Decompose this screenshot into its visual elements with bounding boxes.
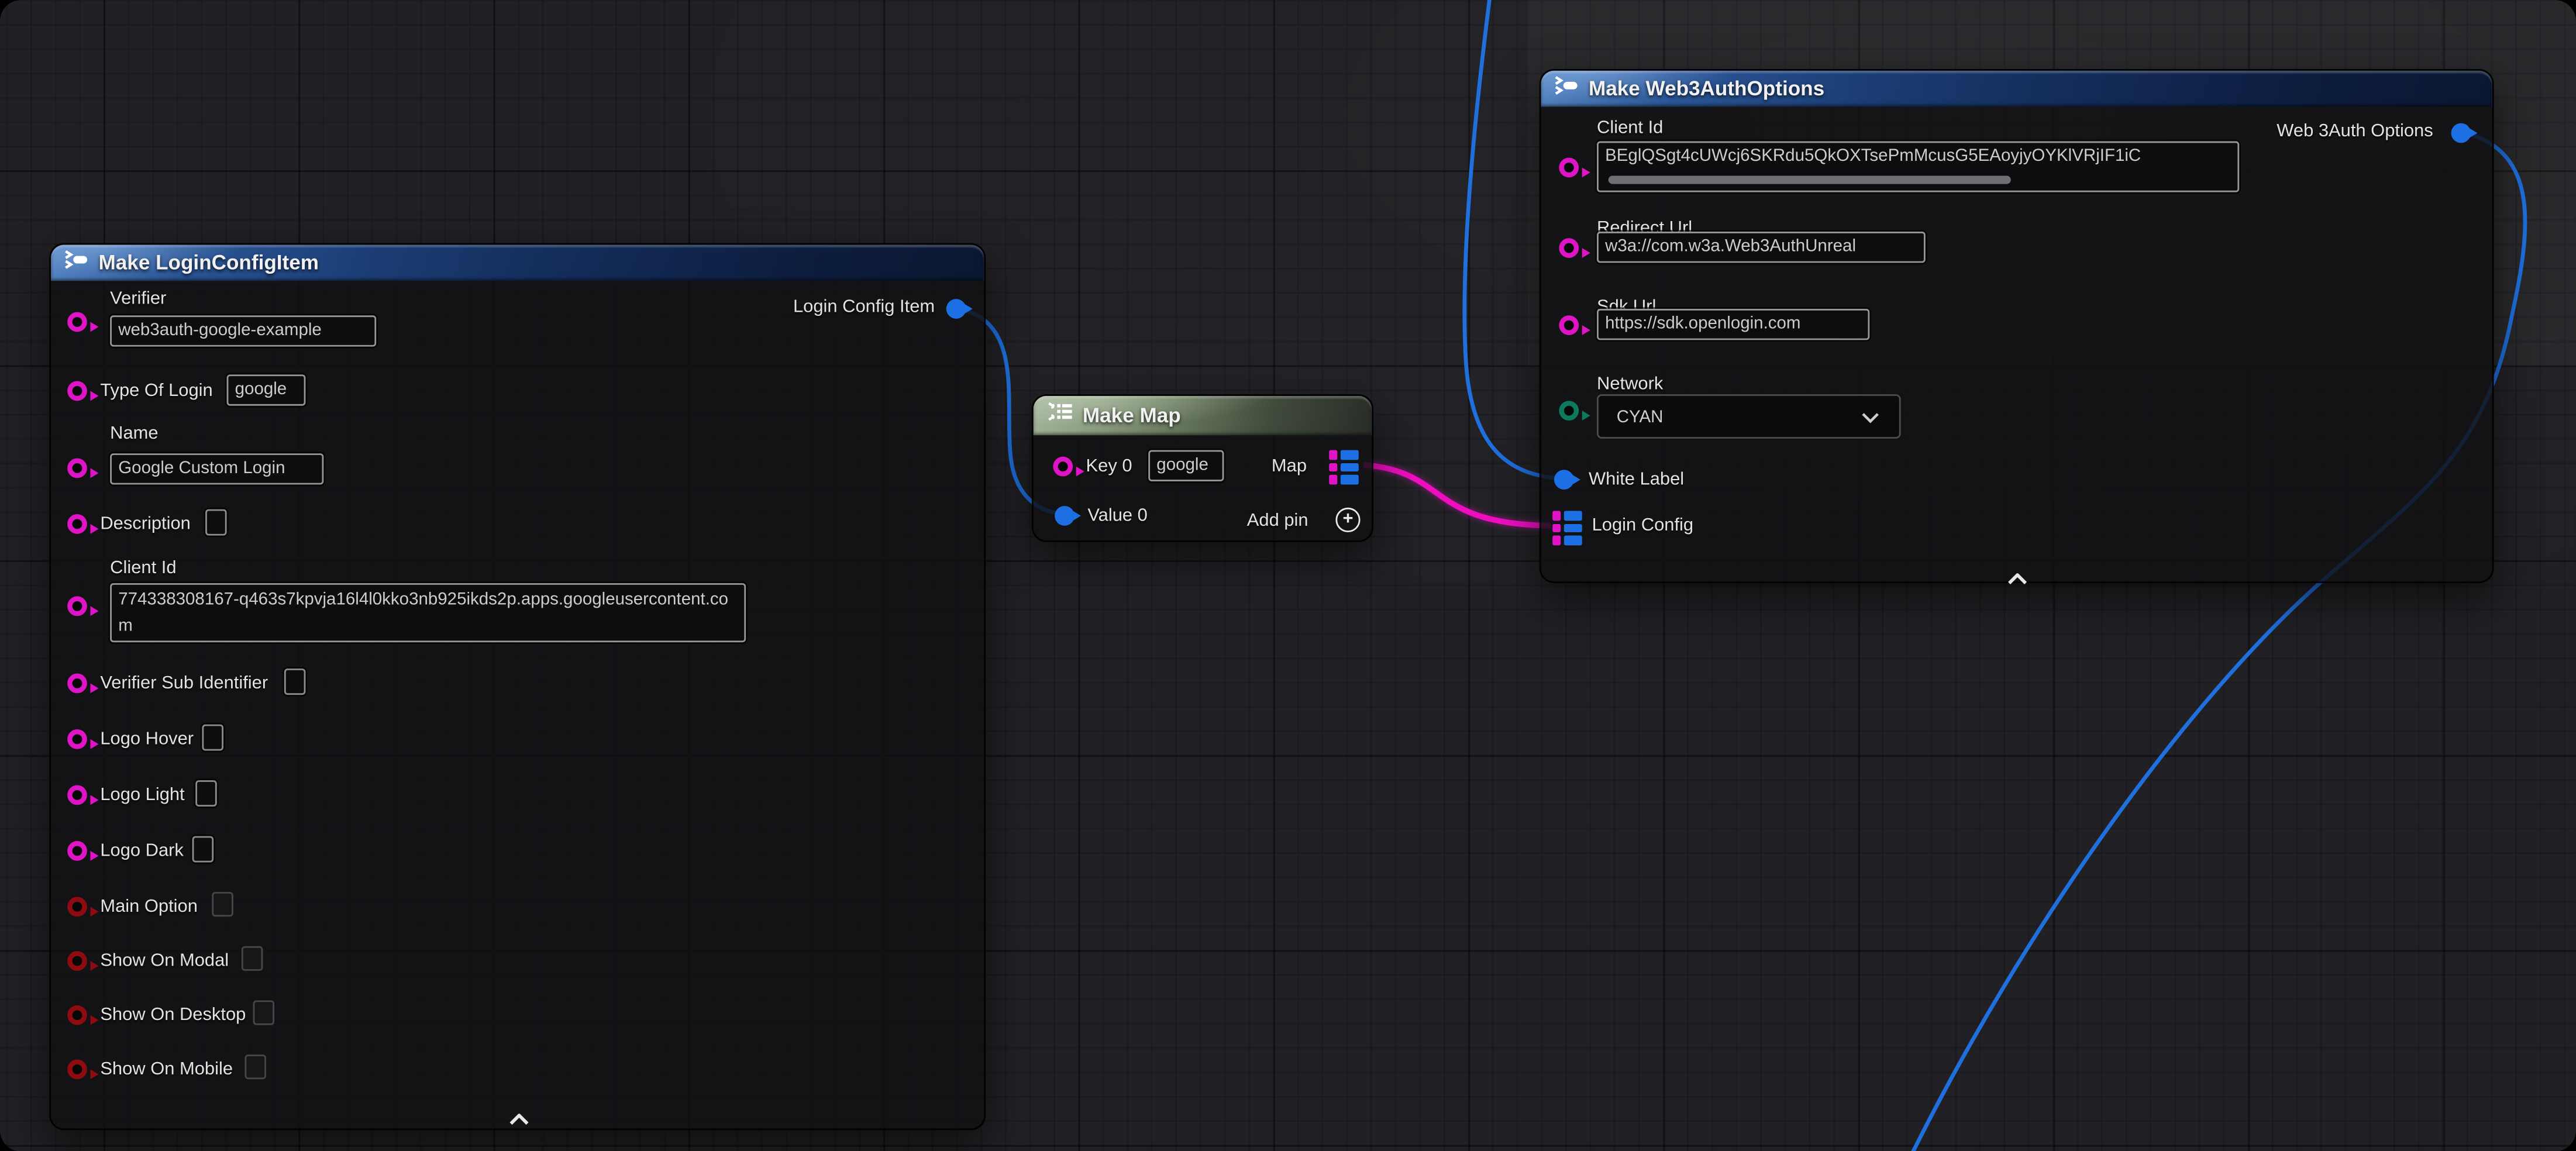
pin-label-description: Description [100, 514, 191, 536]
add-pin-label: Add pin [1247, 511, 1308, 532]
pin-label-logo-hover: Logo Hover [100, 729, 194, 751]
wire-map-to-loginconfig[interactable] [1363, 465, 1551, 526]
node-title: Make Web3AuthOptions [1589, 77, 1824, 100]
client-id-input[interactable]: BEglQSgt4cUWcj6SKRdu5QkOXTsePmMcusG5EAoy… [1597, 142, 2239, 192]
network-selected-value: CYAN [1617, 406, 1664, 426]
pin-verifier[interactable] [67, 312, 87, 332]
pin-login-config-item-output[interactable] [946, 299, 966, 319]
main-option-checkbox[interactable] [212, 892, 233, 916]
pin-show-on-desktop[interactable] [67, 1005, 87, 1025]
pin-description[interactable] [67, 514, 87, 534]
pin-label-verifier: Verifier [110, 289, 166, 311]
key-0-input[interactable]: google [1148, 450, 1224, 481]
pin-type-of-login[interactable] [67, 381, 87, 401]
network-dropdown[interactable]: CYAN [1597, 394, 1901, 439]
show-on-modal-checkbox[interactable] [242, 946, 263, 971]
pin-label-white-label: White Label [1589, 470, 1684, 491]
pin-label-logo-dark: Logo Dark [100, 841, 184, 863]
pin-label-web3auth-options: Web 3Auth Options [2277, 122, 2433, 143]
name-input[interactable]: Google Custom Login [110, 453, 323, 484]
pin-name[interactable] [67, 459, 87, 478]
map-pin-icon-login-config[interactable] [1552, 511, 1582, 545]
map-pin-icon[interactable] [1329, 450, 1359, 484]
pin-main-option[interactable] [67, 897, 87, 917]
pin-sdk-url[interactable] [1559, 315, 1579, 335]
horizontal-scrollbar[interactable] [1609, 176, 2011, 184]
node-title: Make Map [1083, 404, 1181, 427]
logo-light-input[interactable] [195, 780, 217, 807]
node-title: Make LoginConfigItem [99, 251, 319, 274]
verifier-sub-identifier-input[interactable] [284, 668, 306, 695]
pin-show-on-mobile[interactable] [67, 1060, 87, 1080]
pin-logo-dark[interactable] [67, 841, 87, 861]
pin-key-0[interactable] [1053, 457, 1073, 477]
pin-label-main-option: Main Option [100, 897, 198, 919]
pin-web3auth-options-output[interactable] [2451, 123, 2471, 143]
pin-label-key-0: Key 0 [1086, 457, 1132, 478]
pin-client-id[interactable] [67, 597, 87, 616]
redirect-url-input[interactable]: w3a://com.w3a.Web3AuthUnreal [1597, 232, 1926, 263]
pin-label-client-id: Client Id [110, 559, 176, 580]
node-make-loginconfigitem[interactable]: Make LoginConfigItem Verifier web3auth-g… [49, 243, 986, 1131]
pin-value-0[interactable] [1055, 506, 1075, 526]
pin-label-logo-light: Logo Light [100, 785, 184, 807]
show-on-mobile-checkbox[interactable] [244, 1054, 266, 1079]
pin-network[interactable] [1559, 401, 1579, 421]
pin-logo-light[interactable] [67, 785, 87, 805]
pin-label-login-config: Login Config [1592, 516, 1694, 537]
add-pin-icon[interactable]: + [1335, 508, 1360, 532]
chevron-down-icon [1861, 412, 1879, 423]
type-of-login-input[interactable]: google [227, 374, 306, 405]
logo-dark-input[interactable] [192, 836, 214, 863]
logo-hover-input[interactable] [202, 725, 223, 751]
pin-label-type-of-login: Type Of Login [100, 381, 212, 403]
client-id-input[interactable]: 774338308167-q463s7kpvja16l4l0kko3nb925i… [110, 583, 746, 642]
description-input[interactable] [205, 509, 227, 536]
node-header[interactable]: Make LoginConfigItem [51, 244, 984, 281]
pin-label-name: Name [110, 424, 158, 446]
pin-label-network: Network [1597, 374, 1663, 396]
pin-logo-hover[interactable] [67, 729, 87, 749]
pin-label-client-id: Client Id [1597, 118, 1663, 140]
node-make-map[interactable]: Make Map Key 0 google Map Value 0 Add pi… [1032, 394, 1373, 542]
pin-verifier-sub-identifier[interactable] [67, 674, 87, 694]
make-struct-icon [64, 248, 89, 278]
blueprint-editor: Make LoginConfigItem Verifier web3auth-g… [0, 0, 2576, 1151]
pin-label-value-0: Value 0 [1087, 506, 1148, 528]
node-header[interactable]: Make Web3AuthOptions [1541, 71, 2492, 107]
collapse-chevron-icon[interactable] [2007, 563, 2027, 593]
verifier-input[interactable]: web3auth-google-example [110, 315, 376, 346]
pin-label-show-on-modal: Show On Modal [100, 951, 229, 973]
pin-show-on-modal[interactable] [67, 951, 87, 971]
pin-label-map-output: Map [1272, 457, 1307, 478]
make-struct-icon [1554, 74, 1579, 104]
make-map-icon [1046, 401, 1073, 430]
pin-label-verifier-sub-identifier: Verifier Sub Identifier [100, 674, 268, 695]
show-on-desktop-checkbox[interactable] [253, 1000, 275, 1025]
node-header[interactable]: Make Map [1034, 396, 1372, 435]
pin-redirect-url[interactable] [1559, 238, 1579, 258]
collapse-chevron-icon[interactable] [509, 1104, 529, 1133]
client-id-text: BEglQSgt4cUWcj6SKRdu5QkOXTsePmMcusG5EAoy… [1605, 146, 2141, 166]
pin-white-label[interactable] [1554, 470, 1574, 490]
pin-label-login-config-item: Login Config Item [793, 297, 935, 319]
pin-label-show-on-desktop: Show On Desktop [100, 1005, 246, 1027]
node-make-web3authoptions[interactable]: Make Web3AuthOptions Client Id BEglQSgt4… [1540, 69, 2494, 583]
pin-client-id[interactable] [1559, 158, 1579, 178]
sdk-url-input[interactable]: https://sdk.openlogin.com [1597, 309, 1869, 340]
pin-label-show-on-mobile: Show On Mobile [100, 1060, 233, 1081]
